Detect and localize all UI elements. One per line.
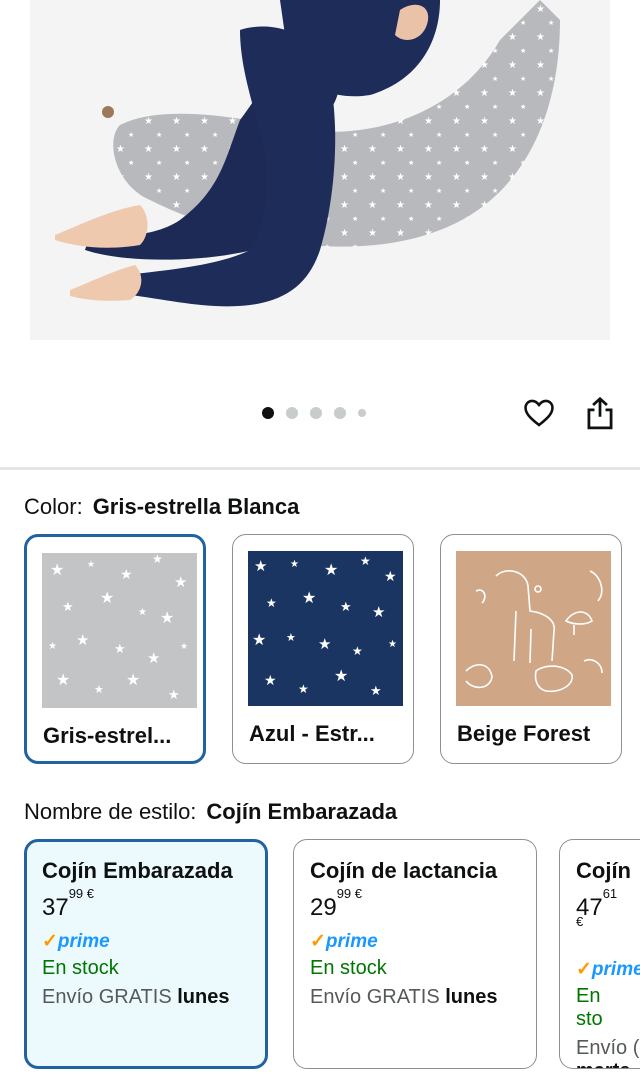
svg-text:★: ★ <box>147 649 160 667</box>
svg-text:★: ★ <box>62 600 74 615</box>
style-option-third[interactable]: Cojín 4761 € ✓prime En sto Envío (marte <box>559 839 640 1069</box>
style-label-row: Nombre de estilo: Cojín Embarazada <box>24 799 397 825</box>
color-label-row: Color: Gris-estrella Blanca <box>24 494 299 520</box>
svg-text:★: ★ <box>254 557 267 575</box>
svg-text:★: ★ <box>370 684 382 699</box>
image-pagination[interactable] <box>262 407 366 419</box>
svg-text:★: ★ <box>168 688 180 703</box>
color-label: Color: <box>24 494 83 519</box>
prime-check-icon: ✓ <box>310 931 326 952</box>
svg-text:★: ★ <box>252 630 266 649</box>
svg-text:★: ★ <box>302 588 316 607</box>
style-selected-value: Cojín Embarazada <box>206 799 398 824</box>
ship-day: marte <box>576 1060 630 1068</box>
pagination-dot[interactable] <box>286 407 298 419</box>
grey-stars-swatch-image: ★ ★★★★ ★★★ ★ ★ ★★ ★★ ★★★★ <box>42 553 197 708</box>
svg-text:★: ★ <box>384 569 397 585</box>
product-image[interactable]: ★ ★ <box>0 0 640 395</box>
color-option-grey[interactable]: ★ ★ ★ ★ ★ ★ ★ ★ ★ ★ ★ ★ ★ ★ ★ ★ ★ ★ Gris-estrel... <box>24 534 206 764</box>
prime-badge: ✓prime <box>42 930 250 953</box>
style-option-price: 4761 € <box>576 886 624 950</box>
prime-badge: ✓prime <box>310 930 520 953</box>
stock-status: En sto <box>576 985 603 1030</box>
svg-text:★: ★ <box>372 603 385 621</box>
svg-text:★: ★ <box>360 554 371 568</box>
stock-status: En stock <box>310 957 387 979</box>
svg-text:★: ★ <box>76 631 89 649</box>
color-option-name: Gris-estrel... <box>43 723 172 748</box>
svg-text:★: ★ <box>340 600 352 615</box>
blue-stars-swatch-image: ★ ★ ★ ★★ ★ ★★ ★ ★ ★ ★ ★ ★ ★ ★★★ <box>248 551 403 706</box>
shipping-info: Envío GRATIS lunes <box>42 986 250 1009</box>
shipping-info: Envío GRATIS lunes <box>310 986 520 1009</box>
price-fraction: 61 <box>602 886 618 901</box>
prime-badge: ✓prime <box>576 958 640 981</box>
pagination-dot[interactable] <box>310 407 322 419</box>
price-currency: € <box>576 914 584 929</box>
style-option-title: Cojín Embarazada <box>42 858 233 883</box>
stock-status: En stock <box>42 957 119 979</box>
ship-prefix: Envío GRATIS <box>310 986 440 1008</box>
svg-text:★: ★ <box>87 560 95 570</box>
svg-text:★: ★ <box>180 642 188 652</box>
shipping-info: Envío (marte <box>576 1037 639 1068</box>
svg-text:★: ★ <box>56 670 70 689</box>
svg-text:★: ★ <box>114 642 126 657</box>
color-option-blue[interactable]: ★ ★ ★ ★ ★ ★ ★ ★ ★ ★ ★ ★ ★ ★ ★ ★ ★ ★ Azul - Estr... <box>232 534 414 764</box>
svg-text:★: ★ <box>138 607 147 618</box>
price-whole: 37 <box>42 894 69 921</box>
style-option-price: 2999 € <box>310 886 520 922</box>
style-option-title: Cojín <box>576 858 631 883</box>
ship-day: lunes <box>445 986 498 1008</box>
prime-label: prime <box>325 931 378 952</box>
heart-icon[interactable] <box>522 396 556 430</box>
svg-text:★: ★ <box>100 588 114 607</box>
color-selected-value: Gris-estrella Blanca <box>92 494 300 519</box>
share-icon[interactable] <box>583 396 617 432</box>
prime-label: prime <box>57 931 110 952</box>
svg-text:★: ★ <box>152 553 163 566</box>
price-fraction: 99 <box>336 886 352 901</box>
price-fraction: 99 <box>68 886 84 901</box>
ship-prefix: Envío ( <box>576 1037 640 1059</box>
svg-text:★: ★ <box>290 559 299 570</box>
prime-label: prime <box>591 959 640 980</box>
price-currency: € <box>354 886 363 901</box>
style-option-title: Cojín de lactancia <box>310 858 498 883</box>
section-divider <box>0 467 640 470</box>
svg-text:★: ★ <box>334 666 348 685</box>
svg-text:★: ★ <box>120 567 133 583</box>
pagination-dot[interactable] <box>334 407 346 419</box>
ship-prefix: Envío GRATIS <box>42 986 172 1008</box>
color-option-name: Azul - Estr... <box>249 721 375 746</box>
ship-day: lunes <box>177 986 230 1008</box>
pagination-dot-active[interactable] <box>262 407 274 419</box>
prime-check-icon: ✓ <box>576 959 592 980</box>
prime-check-icon: ✓ <box>42 931 58 952</box>
svg-text:★: ★ <box>264 673 277 689</box>
svg-text:★: ★ <box>174 573 187 591</box>
beige-forest-swatch-image <box>456 551 611 706</box>
price-currency: € <box>86 886 95 901</box>
svg-text:★: ★ <box>48 641 57 652</box>
svg-text:★: ★ <box>266 596 277 610</box>
color-option-name: Beige Forest <box>457 721 591 746</box>
svg-text:★: ★ <box>126 670 140 689</box>
svg-text:★: ★ <box>324 560 338 579</box>
svg-text:★: ★ <box>352 644 363 658</box>
style-label: Nombre de estilo: <box>24 799 197 824</box>
svg-text:★: ★ <box>388 639 397 650</box>
svg-text:★: ★ <box>160 608 174 627</box>
svg-text:★: ★ <box>286 631 296 644</box>
style-option-embarazada[interactable]: Cojín Embarazada 3799 € ✓prime En stock … <box>24 839 268 1069</box>
svg-text:★: ★ <box>94 683 104 696</box>
price-whole: 29 <box>310 894 337 921</box>
svg-text:★: ★ <box>298 682 309 696</box>
pagination-dot[interactable] <box>358 409 366 417</box>
style-option-lactancia[interactable]: Cojín de lactancia 2999 € ✓prime En stoc… <box>293 839 537 1069</box>
svg-text:★: ★ <box>50 560 64 579</box>
svg-text:★: ★ <box>318 635 331 653</box>
style-option-price: 3799 € <box>42 886 250 922</box>
color-option-beige[interactable]: Beige Forest <box>440 534 622 764</box>
